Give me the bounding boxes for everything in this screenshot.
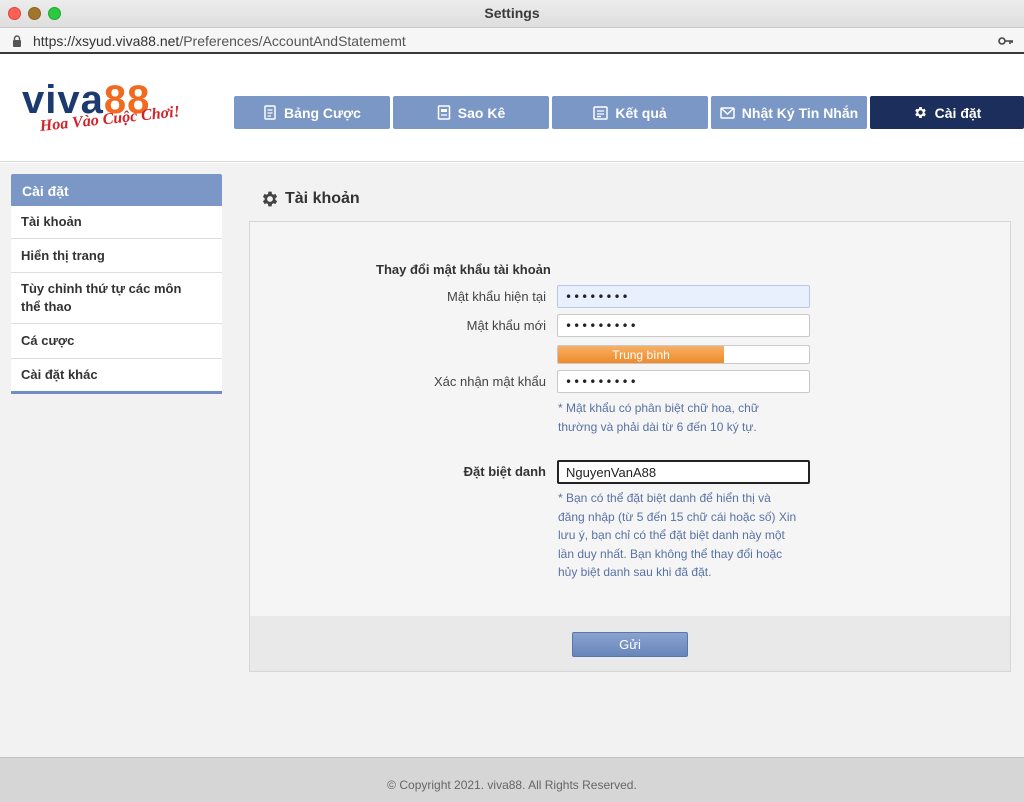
sidebar-item-label: Tùy chỉnh thứ tự các môn [21,281,182,296]
results-icon [593,105,609,120]
submit-button[interactable]: Gửi [572,632,688,657]
nav-label: Sao Kê [457,104,506,121]
sidebar-item-hien-thi-trang[interactable]: Hiển thị trang [11,239,222,273]
confirm-password-field[interactable]: ••••••••• [557,370,810,393]
sidebar-item-ca-cuoc[interactable]: Cá cược [11,324,222,359]
nickname-hint-line: đăng nhập (từ 5 đến 15 chữ cái hoặc số) … [558,509,797,524]
nav-nhat-ky-tin-nhan[interactable]: Nhật Ký Tin Nhắn [711,96,867,129]
password-strength-meter: Trung bình [557,345,810,364]
password-strength-label: Trung bình [612,348,670,362]
sidebar-item-label: Tài khoản [21,214,82,229]
page-heading: Tài khoản [260,188,360,210]
nav-ket-qua[interactable]: Kết quả [552,96,708,129]
nickname-hint-line: lưu ý, bạn chỉ có thể đặt biệt danh này … [558,528,785,542]
sidebar-item-label-line2: thể thao [21,299,72,314]
key-icon[interactable] [998,34,1014,48]
statement-icon [437,105,451,120]
settings-sidebar: Cài đặt Tài khoản Hiển thị trang Tùy chỉ… [11,174,222,394]
url-path: /Preferences/AccountAndStatememt [179,33,406,49]
nickname-label: Đặt biệt danh [463,464,546,479]
nav-sao-ke[interactable]: Sao Kê [393,96,549,129]
confirm-password-label: Xác nhận mật khẩu [433,374,546,389]
nickname-hint-line: lần duy nhất. Bạn không thể thay đổi hoặ… [558,546,783,561]
sidebar-item-tai-khoan[interactable]: Tài khoản [11,206,222,239]
nav-label: Cài đặt [934,104,982,121]
gear-icon [914,107,926,118]
password-hint: * Mật khẩu có phân biệt chữ hoa, chữ thư… [558,399,818,436]
nav-bang-cuoc[interactable]: Bảng Cược [234,96,390,129]
sidebar-item-cai-dat-khac[interactable]: Cài đặt khác [11,359,222,391]
current-password-label: Mật khẩu hiện tại [446,289,546,304]
password-section-heading: Thay đổi mật khẩu tài khoản [376,262,551,277]
sidebar-item-tuy-chinh-thu-tu[interactable]: Tùy chỉnh thứ tự các môn thể thao [11,273,222,324]
gear-icon [262,191,278,207]
sidebar-item-label: Cá cược [21,333,75,348]
page-title: Tài khoản [285,190,360,207]
sidebar-title: Cài đặt [11,174,222,206]
nickname-hint-line: * Bạn có thể đặt biệt danh để hiển thị v… [558,491,771,505]
url-host: https://xsyud.viva88.net [33,33,180,49]
window-titlebar: Settings [0,0,1024,28]
password-hint-line: * Mật khẩu có phân biệt chữ hoa, chữ [558,401,759,415]
sidebar-item-label: Cài đặt khác [21,367,98,382]
receipt-icon [264,105,276,120]
nav-label: Bảng Cược [284,104,361,121]
copyright-text: © Copyright 2021. viva88. All Rights Res… [387,778,637,792]
envelope-icon [720,106,735,119]
address-bar[interactable]: https://xsyud.viva88.net/Preferences/Acc… [0,28,1024,54]
nickname-field[interactable]: NguyenVanA88 [557,460,810,484]
nav-cai-dat[interactable]: Cài đặt [870,96,1024,129]
site-footer: © Copyright 2021. viva88. All Rights Res… [0,757,1024,802]
current-password-field[interactable]: •••••••• [557,285,810,308]
window-title: Settings [484,5,540,21]
url-text[interactable]: https://xsyud.viva88.net/Preferences/Acc… [33,33,406,49]
lock-icon [13,35,21,47]
password-hint-line: thường và phải dài từ 6 đến 10 ký tự. [558,419,757,434]
new-password-field[interactable]: ••••••••• [557,314,810,337]
new-password-label: Mật khẩu mới [466,318,546,333]
nickname-hint-line: hủy biệt danh sau khi đã đặt. [558,565,712,579]
sidebar-item-label: Hiển thị trang [21,247,105,263]
nickname-hint: * Bạn có thể đặt biệt danh để hiển thị v… [558,489,818,582]
nav-label: Nhật Ký Tin Nhắn [741,104,859,121]
nav-label: Kết quả [615,104,667,121]
viva88-logo[interactable]: viva88 Hoa Vào Cuộc Chơi! [22,80,212,144]
